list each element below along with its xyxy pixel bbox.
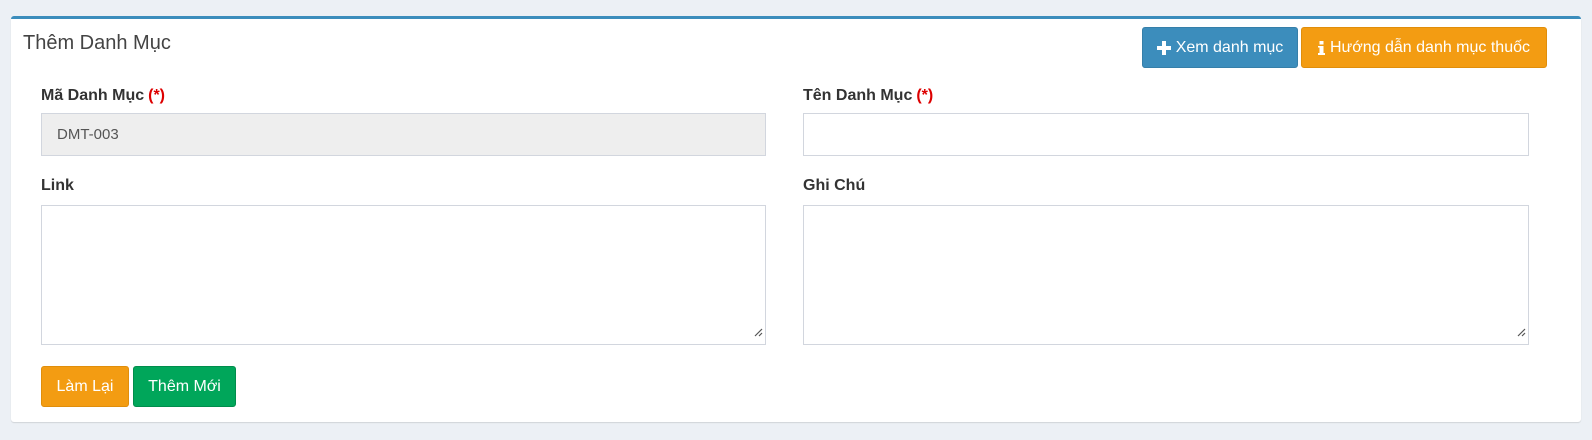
- plus-icon: [1156, 40, 1171, 55]
- category-code-label: Mã Danh Mục (*): [41, 87, 165, 105]
- note-textarea[interactable]: [803, 205, 1529, 345]
- category-code-field[interactable]: DMT-003: [41, 113, 766, 156]
- add-category-panel: Thêm Danh Mục Xem danh mục Hướng dẫn dan…: [11, 16, 1581, 422]
- category-name-label-text: Tên Danh Mục: [803, 87, 913, 104]
- link-label: Link: [41, 177, 74, 194]
- info-icon: [1318, 40, 1325, 55]
- link-textarea[interactable]: [41, 205, 766, 345]
- note-label: Ghi Chú: [803, 177, 866, 194]
- category-guide-button[interactable]: Hướng dẫn danh mục thuốc: [1301, 27, 1547, 68]
- page-title: Thêm Danh Mục: [23, 32, 171, 54]
- category-name-field[interactable]: [803, 113, 1529, 156]
- resize-grip-icon[interactable]: [753, 324, 763, 342]
- reset-button[interactable]: Làm Lại: [41, 366, 129, 407]
- category-code-label-text: Mã Danh Mục: [41, 87, 145, 104]
- required-mark: (*): [148, 87, 166, 104]
- category-name-label: Tên Danh Mục (*): [803, 87, 933, 105]
- category-guide-label: Hướng dẫn danh mục thuốc: [1330, 38, 1530, 56]
- view-categories-button[interactable]: Xem danh mục: [1142, 27, 1298, 68]
- add-new-button[interactable]: Thêm Mới: [133, 366, 236, 407]
- resize-grip-icon[interactable]: [1516, 324, 1526, 342]
- required-mark: (*): [916, 87, 934, 104]
- view-categories-label: Xem danh mục: [1175, 38, 1284, 56]
